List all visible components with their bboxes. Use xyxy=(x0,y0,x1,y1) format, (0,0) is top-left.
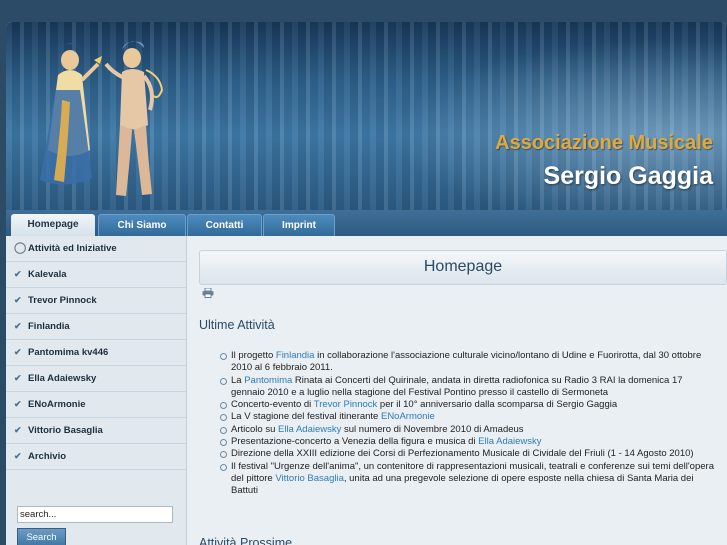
check-icon: ✔ xyxy=(14,451,22,461)
list-item: Concerto-evento di Trevor Pinnock per il… xyxy=(220,399,715,411)
news-text: La V stagione del festival itinerante xyxy=(231,411,381,423)
page: Associazione Musicale Sergio Gaggia Home… xyxy=(6,22,727,545)
check-icon: ✔ xyxy=(14,399,22,409)
sidebar-item-enoarmonie[interactable]: ✔ ENoArmonie xyxy=(6,392,186,418)
sidebar-item-label: Kalevala xyxy=(28,269,67,280)
tab-imprint[interactable]: Imprint xyxy=(263,214,335,237)
news-text: La xyxy=(231,374,245,386)
site-title-line2: Sergio Gaggia xyxy=(543,162,713,190)
list-item: Il festival "Urgenze dell'anima", un con… xyxy=(220,461,715,498)
news-link-finlandia[interactable]: Finlandia xyxy=(276,350,315,361)
list-item: Presentazione-concerto a Venezia della f… xyxy=(220,436,715,448)
bullet-icon xyxy=(220,439,227,447)
check-icon: ✔ xyxy=(14,269,22,279)
bullet-icon xyxy=(220,463,227,471)
sidebar-item-label: Vittorio Basaglia xyxy=(28,425,103,436)
news-link-enoarmonie[interactable]: ENoArmonie xyxy=(381,411,435,422)
bullet-icon xyxy=(220,402,227,410)
sidebar-item-label: Pantomima kv446 xyxy=(28,347,109,358)
news-list: Il progetto Finlandia in collaborazione … xyxy=(220,350,715,498)
check-icon: ✔ xyxy=(14,373,22,383)
sidebar-item-label: Archivio xyxy=(28,451,67,462)
sidebar-item-kalevala[interactable]: ✔ Kalevala xyxy=(6,262,186,288)
sidebar-item-label: Ella Adaiewsky xyxy=(28,373,97,384)
bullet-icon xyxy=(220,414,227,422)
print-icon[interactable] xyxy=(202,288,214,298)
bullet-icon xyxy=(220,377,227,385)
news-text: Rinata ai Concerti del Quirinale, andata… xyxy=(231,374,683,398)
list-item: La Pantomima Rinata ai Concerti del Quir… xyxy=(220,375,715,400)
news-link-ella-adaiewsky-2[interactable]: Ella Adaiewsky xyxy=(478,436,541,447)
site-header: Associazione Musicale Sergio Gaggia xyxy=(6,22,727,210)
search-input[interactable] xyxy=(17,506,173,523)
check-icon: ✔ xyxy=(14,347,22,357)
news-text: Direzione della XXIII edizione dei Corsi… xyxy=(231,448,694,460)
news-text: Concerto-evento di xyxy=(231,399,314,411)
site-title-line1: Associazione Musicale xyxy=(495,132,713,154)
check-icon: ✔ xyxy=(14,295,22,305)
news-link-pantomima[interactable]: Pantomima xyxy=(244,375,292,386)
header-artwork xyxy=(40,41,164,196)
list-item: Articolo su Ella Adaiewsky sul numero di… xyxy=(220,424,715,436)
bullet-icon xyxy=(220,353,227,360)
page-title: Homepage xyxy=(423,258,503,275)
sidebar-item-pantomima[interactable]: ✔ Pantomima kv446 xyxy=(6,340,186,366)
tab-chi-siamo[interactable]: Chi Siamo xyxy=(98,214,186,237)
sidebar-item-archivio[interactable]: ✔ Archivio xyxy=(6,444,186,470)
sidebar-item-finlandia[interactable]: ✔ Finlandia xyxy=(6,314,186,340)
section-title-ultime-attivita: Ultime Attività xyxy=(199,318,275,332)
news-link-vittorio-basaglia[interactable]: Vittorio Basaglia xyxy=(275,473,343,484)
sidebar-item-label: Trevor Pinnock xyxy=(28,295,97,306)
sidebar: ◯ Attività ed Iniziative ✔ Kalevala ✔ Trevo… xyxy=(6,236,187,545)
circle-icon: ◯ xyxy=(14,242,27,254)
sidebar-item-label: Finlandia xyxy=(28,321,70,332)
news-text: Il progetto xyxy=(231,350,276,361)
tab-contatti[interactable]: Contatti xyxy=(187,214,262,237)
main-navigation: Homepage Chi Siamo Contatti Imprint xyxy=(6,210,727,237)
news-text: per il 10° anniversario dalla scomparsa … xyxy=(377,399,618,411)
tab-homepage[interactable]: Homepage xyxy=(11,214,95,236)
search-button[interactable]: Search xyxy=(17,528,66,545)
sidebar-item-trevor-pinnock[interactable]: ✔ Trevor Pinnock xyxy=(6,288,186,314)
main-content: Homepage Ultime Attività Il progetto Fin… xyxy=(187,236,727,545)
list-item: Il progetto Finlandia in collaborazione … xyxy=(220,350,715,375)
news-text: Articolo su xyxy=(231,423,278,435)
list-item: Direzione della XXIII edizione dei Corsi… xyxy=(220,448,715,460)
sidebar-item-ella-adaiewsky[interactable]: ✔ Ella Adaiewsky xyxy=(6,366,186,392)
section-title-attivita-prossime: Attività Prossime xyxy=(199,536,293,545)
bullet-icon xyxy=(220,451,227,459)
check-icon: ✔ xyxy=(14,321,22,331)
news-text: sul numero di Novembre 2010 di Amadeus xyxy=(341,423,524,435)
list-item: La V stagione del festival itinerante EN… xyxy=(220,411,715,423)
sidebar-item-label: Attività ed Iniziative xyxy=(28,243,117,254)
page-title-box: Homepage xyxy=(199,250,727,285)
news-text: Presentazione-concerto a Venezia della f… xyxy=(231,436,479,448)
news-link-trevor-pinnock[interactable]: Trevor Pinnock xyxy=(314,399,378,410)
sidebar-item-attivita[interactable]: ◯ Attività ed Iniziative xyxy=(6,236,186,262)
sidebar-item-label: ENoArmonie xyxy=(28,399,86,410)
check-icon: ✔ xyxy=(14,425,22,435)
sidebar-item-vittorio-basaglia[interactable]: ✔ Vittorio Basaglia xyxy=(6,418,186,444)
news-link-ella-adaiewsky[interactable]: Ella Adaiewsky xyxy=(278,424,341,435)
bullet-icon xyxy=(220,426,227,434)
